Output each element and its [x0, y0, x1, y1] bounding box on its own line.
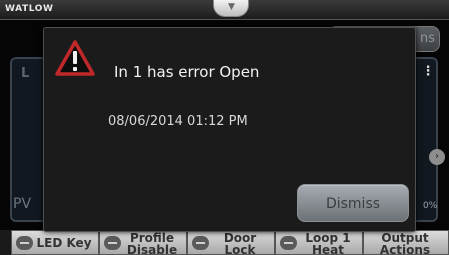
controller-screen: WATLOW ▼ ns L ⋮ › PV 0% LED Key Profile … [0, 0, 449, 255]
toggle-off-icon [280, 236, 297, 250]
background-percent: 0% [423, 201, 438, 211]
softkey-label: Door Lock [223, 231, 257, 255]
toggle-off-icon [16, 236, 33, 250]
chevron-down-icon: ▼ [228, 2, 235, 12]
toggle-off-icon [104, 236, 121, 250]
dismiss-button-label: Dismiss [325, 196, 381, 212]
toggle-off-icon [192, 236, 209, 250]
softkey-output-actions[interactable]: Output Actions [363, 230, 449, 255]
top-pull-tab[interactable]: ▼ [213, 0, 249, 17]
softkey-door-lock[interactable]: Door Lock [187, 230, 275, 255]
chevron-right-icon: › [429, 149, 445, 165]
dialog-title: In 1 has error Open [114, 63, 260, 81]
vertical-dots-icon: ⋮ [421, 64, 435, 79]
dialog-timestamp: 08/06/2014 01:12 PM [108, 114, 248, 129]
softkey-profile-disable[interactable]: Profile Disable [99, 230, 187, 255]
background-panel-letter: L [21, 66, 30, 81]
background-pv-label: PV [13, 196, 32, 212]
softkey-label: Output Actions [379, 231, 431, 255]
softkey-loop1-heat[interactable]: Loop 1 Heat [275, 230, 363, 255]
dismiss-button[interactable]: Dismiss [297, 184, 409, 222]
header-bar: WATLOW ▼ [0, 0, 449, 20]
background-options-label: ns [419, 31, 435, 46]
brand-logo: WATLOW [5, 4, 54, 14]
warning-triangle-icon [55, 40, 95, 76]
error-dialog: In 1 has error Open 08/06/2014 01:12 PM … [43, 27, 416, 232]
softkey-label: Loop 1 Heat [305, 231, 351, 255]
softkey-label: Profile Disable [126, 231, 178, 255]
softkey-label: LED Key [36, 236, 92, 250]
softkey-led-key[interactable]: LED Key [11, 230, 99, 255]
